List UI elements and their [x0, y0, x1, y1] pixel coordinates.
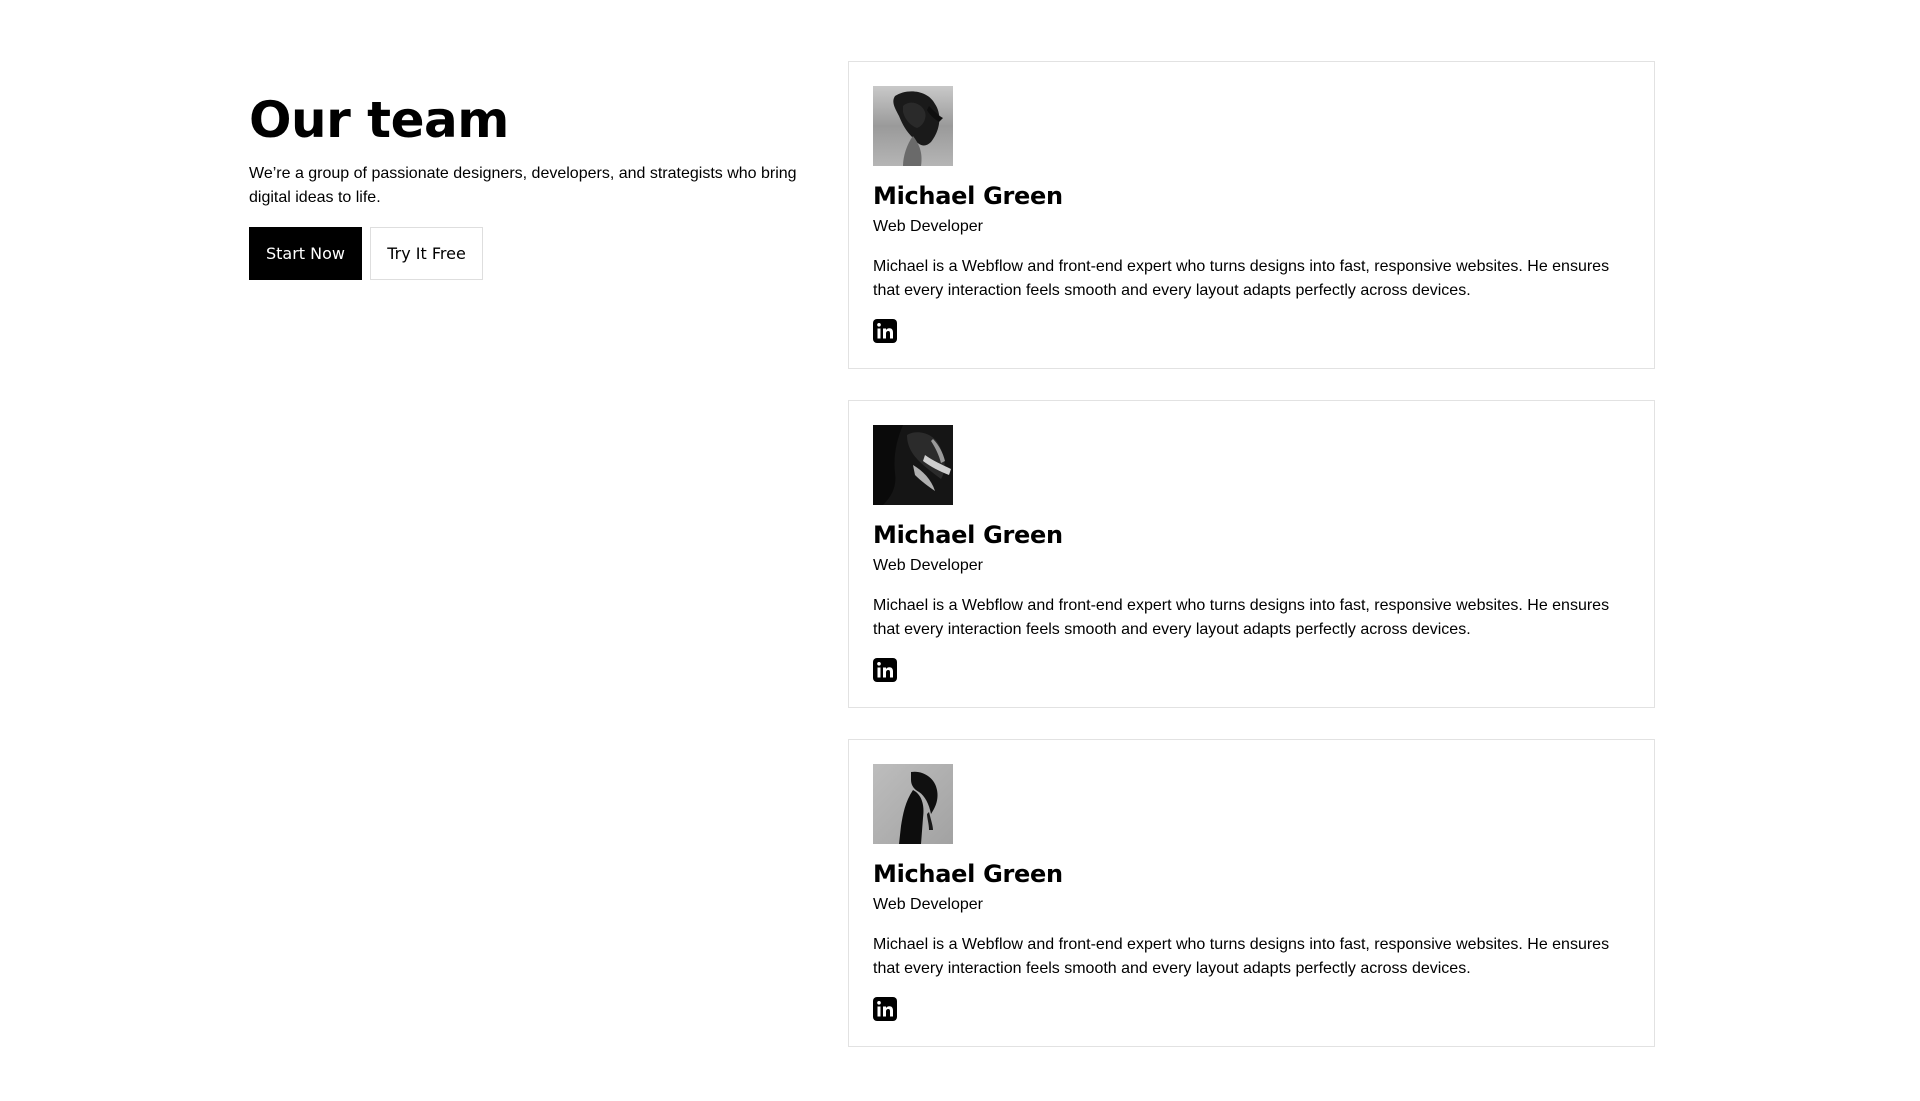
member-role: Web Developer — [873, 557, 983, 574]
linkedin-icon[interactable] — [873, 658, 897, 682]
start-now-button[interactable]: Start Now — [249, 227, 362, 280]
team-list: Michael Green Web Developer Michael is a… — [848, 61, 1655, 1078]
member-role: Web Developer — [873, 896, 983, 913]
intro-panel: Our team We’re a group of passionate des… — [249, 90, 809, 280]
member-name: Michael Green — [873, 182, 1063, 210]
team-member-card: Michael Green Web Developer Michael is a… — [848, 739, 1655, 1047]
try-it-free-button[interactable]: Try It Free — [370, 227, 483, 280]
member-name: Michael Green — [873, 860, 1063, 888]
linkedin-icon[interactable] — [873, 997, 897, 1021]
member-bio: Michael is a Webflow and front-end exper… — [873, 258, 1610, 299]
avatar — [873, 425, 953, 505]
member-role: Web Developer — [873, 218, 983, 235]
button-row: Start Now Try It Free — [249, 227, 809, 280]
avatar — [873, 764, 953, 844]
avatar — [873, 86, 953, 166]
page-title: Our team — [249, 91, 509, 149]
member-name: Michael Green — [873, 521, 1063, 549]
member-bio: Michael is a Webflow and front-end exper… — [873, 936, 1610, 977]
page-description: We’re a group of passionate designers, d… — [249, 165, 797, 206]
member-bio: Michael is a Webflow and front-end exper… — [873, 597, 1610, 638]
team-member-card: Michael Green Web Developer Michael is a… — [848, 400, 1655, 708]
team-member-card: Michael Green Web Developer Michael is a… — [848, 61, 1655, 369]
team-section: Our team We’re a group of passionate des… — [0, 0, 1920, 1101]
linkedin-icon[interactable] — [873, 319, 897, 343]
